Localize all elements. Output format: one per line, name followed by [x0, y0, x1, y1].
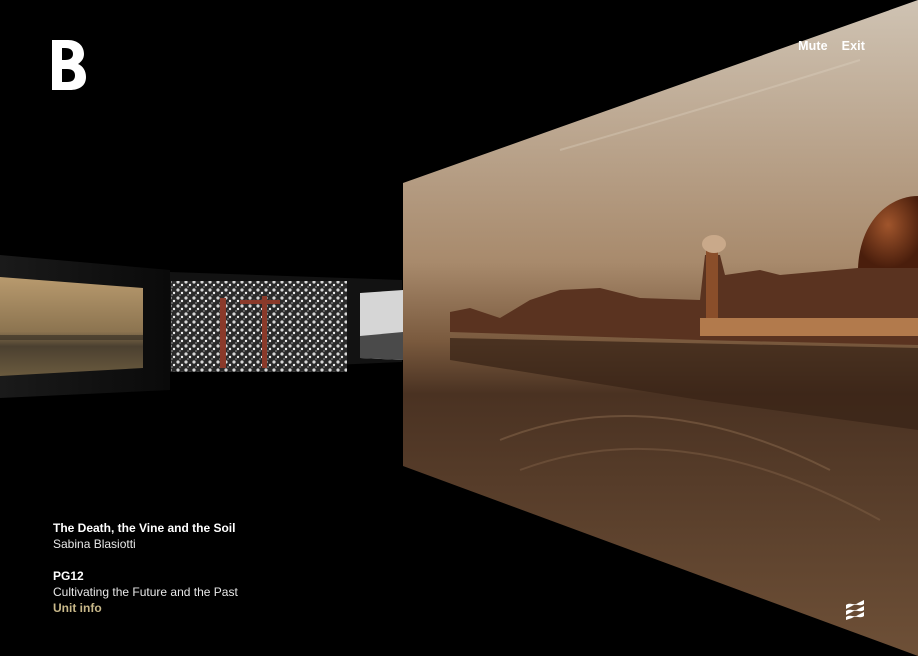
bartlett-b-logo-icon[interactable]: [52, 38, 88, 92]
skyline-tower: [706, 248, 718, 318]
unit-code: PG12: [53, 569, 84, 583]
mute-button[interactable]: Mute: [798, 39, 828, 53]
exit-button[interactable]: Exit: [842, 39, 865, 53]
monochrome-red-structure: [240, 300, 280, 304]
gallery-stage: Mute Exit The Death, the Vine and the So…: [0, 0, 918, 656]
artwork-info-panel: The Death, the Vine and the Soil Sabina …: [53, 520, 238, 616]
skyline-arcade: [700, 318, 918, 336]
monochrome-red-structure: [262, 296, 267, 368]
monochrome-red-structure: [220, 298, 226, 368]
landscape-horizon: [0, 335, 143, 340]
far-artwork-shadow: [360, 332, 403, 360]
skyline-tower-top: [702, 235, 726, 253]
artwork-thumbnail-landscape[interactable]: [0, 277, 143, 376]
artwork-title: The Death, the Vine and the Soil: [53, 521, 236, 535]
artwork-artist: Sabina Blasiotti: [53, 537, 136, 551]
top-navigation: Mute Exit: [798, 39, 865, 53]
artwork-thumbnail-monochrome[interactable]: [171, 281, 347, 372]
unit-description: Cultivating the Future and the Past: [53, 585, 238, 599]
unit-info-link[interactable]: Unit info: [53, 600, 238, 616]
layers-menu-icon[interactable]: [844, 598, 866, 620]
